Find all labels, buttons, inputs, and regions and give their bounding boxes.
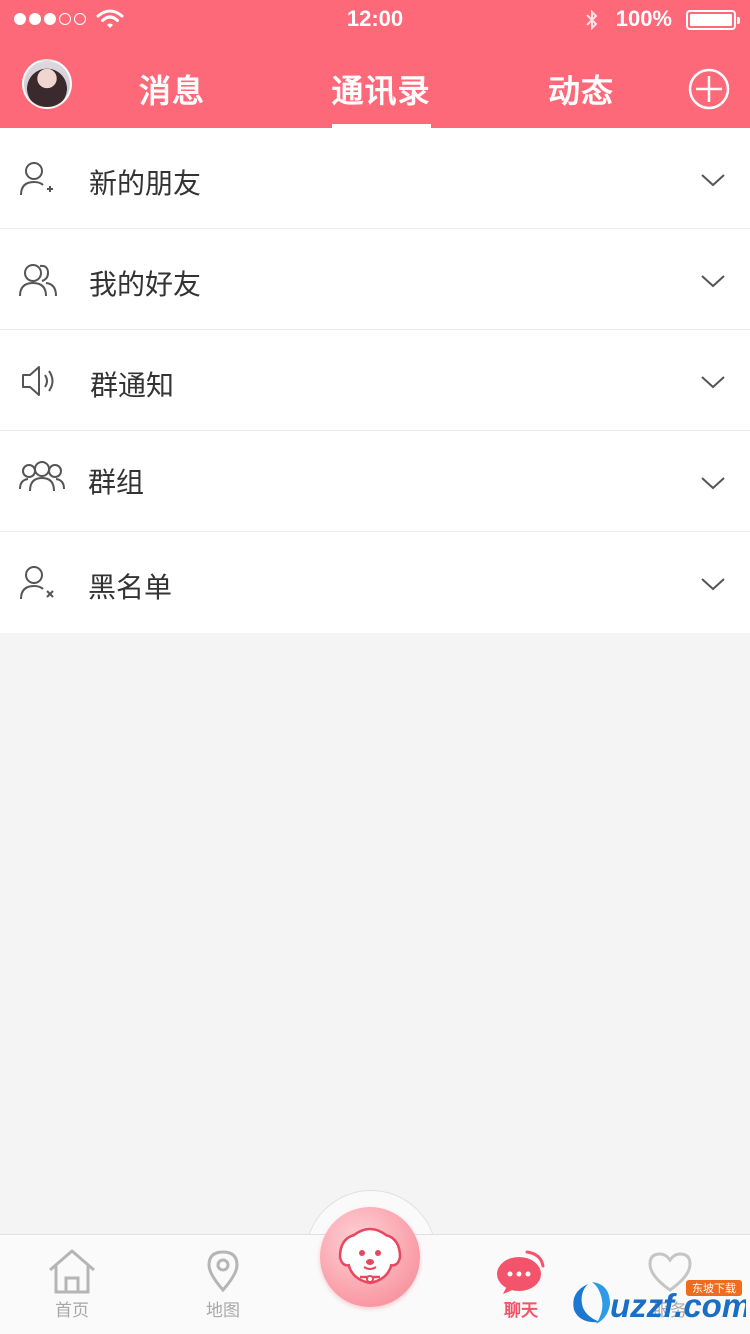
- list-item-label: 群通知: [90, 369, 175, 402]
- chevron-down-icon: [701, 275, 725, 288]
- list-item-group-notice[interactable]: 群通知: [0, 330, 750, 431]
- user-avatar[interactable]: [22, 59, 72, 109]
- tab-contacts[interactable]: 通讯录: [311, 66, 451, 112]
- users-icon: [19, 264, 57, 297]
- top-header: 12:00 100% 消息 通讯录 动态: [0, 0, 750, 128]
- user-block-icon: [20, 566, 54, 600]
- speaker-icon: [22, 366, 54, 396]
- tabbar-label: 聊天: [504, 1301, 538, 1321]
- tab-messages[interactable]: 消息: [102, 66, 242, 112]
- chevron-down-icon: [701, 477, 725, 490]
- uzzf-watermark-logo: uzzf.com 东坡下载: [573, 1280, 746, 1324]
- bluetooth-icon: [586, 9, 598, 31]
- battery-percent: 100%: [615, 6, 672, 31]
- tabbar-item-home[interactable]: 首页: [22, 1248, 122, 1321]
- list-item-groups[interactable]: 群组: [0, 431, 750, 532]
- map-pin-icon: [207, 1250, 239, 1293]
- list-item-blacklist[interactable]: 黑名单: [0, 532, 750, 633]
- list-item-my-friends[interactable]: 我的好友: [0, 229, 750, 330]
- home-icon: [49, 1249, 95, 1294]
- plus-circle-icon[interactable]: [688, 68, 730, 110]
- list-item-label: 群组: [88, 466, 145, 499]
- group-icon: [19, 461, 65, 492]
- tabbar-label: 首页: [55, 1301, 89, 1321]
- chevron-down-icon: [701, 578, 725, 591]
- tabbar-item-chat[interactable]: 聊天: [471, 1248, 571, 1321]
- list-item-label: 黑名单: [88, 571, 173, 604]
- user-plus-icon: [20, 162, 53, 196]
- center-puppy-button[interactable]: [320, 1207, 420, 1307]
- status-bar: 12:00 100%: [0, 0, 750, 40]
- tab-feed[interactable]: 动态: [511, 66, 651, 112]
- tabbar-label: 地图: [206, 1301, 240, 1321]
- list-item-label: 我的好友: [89, 268, 202, 301]
- chevron-down-icon: [701, 174, 725, 187]
- list-item-label: 新的朋友: [89, 167, 202, 200]
- list-item-new-friends[interactable]: 新的朋友: [0, 128, 750, 229]
- puppy-icon: [338, 1227, 402, 1285]
- chat-bubble-icon: [497, 1250, 545, 1294]
- chevron-down-icon: [701, 376, 725, 389]
- tabbar-item-map[interactable]: 地图: [173, 1248, 273, 1321]
- watermark-tag: 东坡下载: [692, 1282, 736, 1295]
- battery-icon: [686, 10, 740, 30]
- contacts-list: 新的朋友 我的好友 群通知 群组 黑名单: [0, 128, 750, 633]
